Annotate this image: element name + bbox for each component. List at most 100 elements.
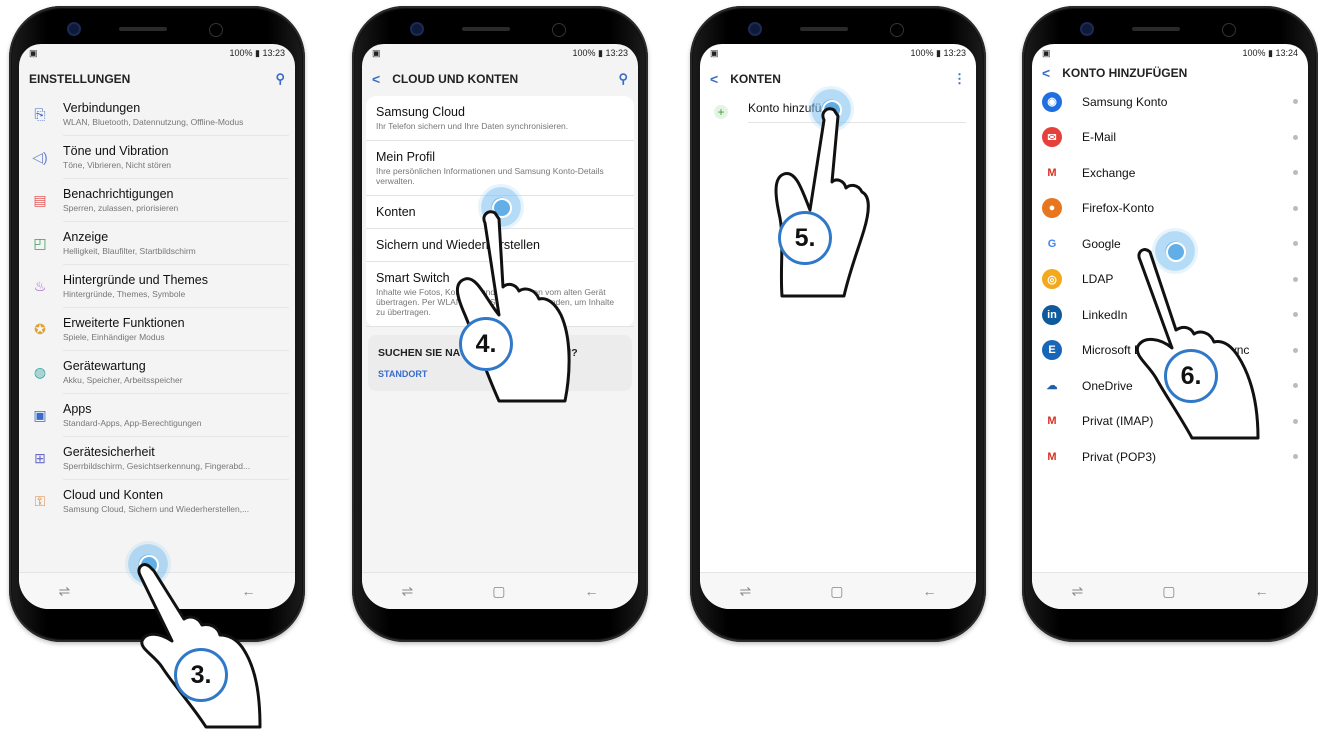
account-logo-icon: M bbox=[1042, 162, 1062, 183]
account-logo-icon: E bbox=[1042, 340, 1062, 361]
dot-icon bbox=[1293, 134, 1298, 140]
home-icon[interactable]: ▢ bbox=[830, 583, 843, 600]
pointing-hand-icon bbox=[456, 210, 571, 403]
status-text: 100% ▮ 13:24 bbox=[1242, 47, 1299, 58]
sensor-icon bbox=[890, 23, 904, 37]
settings-item-sub: Spiele, Einhändiger Modus bbox=[63, 332, 165, 342]
account-logo-icon: M bbox=[1042, 446, 1062, 467]
page-title: EINSTELLUNGEN bbox=[29, 72, 131, 86]
app-bar: < CLOUD UND KONTEN ⚲ bbox=[362, 62, 638, 96]
account-type-label: Firefox-Konto bbox=[1082, 201, 1155, 216]
search-icon[interactable]: ⚲ bbox=[618, 71, 628, 87]
recents-icon[interactable]: ⇌ bbox=[402, 583, 414, 600]
settings-item-9[interactable]: ⚿ Cloud und Konten Samsung Cloud, Sichern … bbox=[19, 483, 295, 525]
settings-item-label: Verbindungen bbox=[63, 101, 141, 115]
settings-item-label: Anzeige bbox=[63, 230, 109, 244]
key-icon: ⚿ bbox=[34, 493, 46, 509]
settings-item-0[interactable]: ⎘ Verbindungen WLAN, Bluetooth, Datennutzu… bbox=[19, 96, 295, 139]
recents-icon[interactable]: ⇌ bbox=[59, 583, 71, 600]
theme-icon: ♨ bbox=[33, 278, 47, 294]
maintenance-icon: ◍ bbox=[33, 364, 47, 380]
settings-item-4[interactable]: ♨ Hintergründe und Themes Hintergründe, Th… bbox=[19, 268, 295, 311]
settings-item-6[interactable]: ◍ Gerätewartung Akku, Speicher, Arbeitsspe… bbox=[19, 354, 295, 397]
settings-item-8[interactable]: ⊞ Gerätesicherheit Sperrbildschirm, Gesich… bbox=[19, 440, 295, 483]
cloud-item-sub: Ihr Telefon sichern und Ihre Daten synch… bbox=[376, 121, 569, 131]
step-badge: 4. bbox=[459, 317, 513, 371]
recents-icon[interactable]: ⇌ bbox=[1072, 583, 1084, 600]
account-type-1[interactable]: ✉ E-Mail bbox=[1032, 120, 1308, 156]
home-icon[interactable]: ▢ bbox=[1162, 583, 1175, 600]
apps-icon: ▣ bbox=[33, 407, 47, 423]
dot-icon bbox=[1293, 454, 1298, 460]
settings-item-sub: Sperren, zulassen, priorisieren bbox=[63, 203, 179, 213]
recents-icon[interactable]: ⇌ bbox=[740, 583, 752, 600]
settings-item-1[interactable]: ◁) Töne und Vibration Töne, Vibrieren, Nic… bbox=[19, 139, 295, 182]
cloud-item-label: Mein Profil bbox=[376, 150, 436, 164]
settings-item-5[interactable]: ✪ Erweiterte Funktionen Spiele, Einhändige… bbox=[19, 311, 295, 354]
front-camera-icon bbox=[750, 24, 760, 34]
dot-icon bbox=[1293, 99, 1298, 105]
settings-item-label: Töne und Vibration bbox=[63, 144, 169, 158]
front-camera-icon bbox=[1082, 24, 1092, 34]
page-title: CLOUD UND KONTEN bbox=[392, 72, 519, 86]
account-type-2[interactable]: M Exchange bbox=[1032, 155, 1308, 191]
settings-item-label: Hintergründe und Themes bbox=[63, 273, 208, 287]
search-icon[interactable]: ⚲ bbox=[275, 71, 285, 87]
account-type-10[interactable]: M Privat (POP3) bbox=[1032, 439, 1308, 475]
dot-icon bbox=[1293, 205, 1298, 211]
settings-item-sub: Akku, Speicher, Arbeitsspeicher bbox=[63, 375, 183, 385]
app-bar: EINSTELLUNGEN ⚲ bbox=[19, 62, 295, 96]
speaker-slot bbox=[119, 27, 167, 31]
settings-item-text: Benachrichtigungen Sperren, zulassen, pri… bbox=[63, 187, 289, 222]
nav-bar: ⇌ ▢ ← bbox=[1032, 572, 1308, 609]
front-camera-icon bbox=[412, 24, 422, 34]
status-text: 100% ▮ 13:23 bbox=[229, 47, 286, 58]
advanced-icon: ✪ bbox=[34, 321, 46, 337]
account-type-0[interactable]: ◉ Samsung Konto bbox=[1032, 84, 1308, 120]
status-text: 100% ▮ 13:23 bbox=[572, 47, 629, 58]
pointing-hand-icon bbox=[774, 107, 870, 298]
screen-settings: ▣ 100% ▮ 13:23 EINSTELLUNGEN ⚲ ⎘ Verbindun… bbox=[19, 44, 295, 609]
back-arrow-icon[interactable]: < bbox=[372, 71, 380, 87]
account-logo-icon: ◉ bbox=[1042, 91, 1062, 112]
back-arrow-icon[interactable]: < bbox=[710, 71, 718, 87]
dot-icon bbox=[1293, 170, 1298, 176]
page-title: KONTEN bbox=[730, 72, 781, 86]
account-logo-icon: ✉ bbox=[1042, 127, 1062, 148]
settings-item-text: Erweiterte Funktionen Spiele, Einhändiger… bbox=[63, 316, 289, 351]
step-badge: 5. bbox=[778, 211, 832, 265]
settings-item-sub: Samsung Cloud, Sichern und Wiederherstel… bbox=[63, 504, 250, 514]
account-type-3[interactable]: ● Firefox-Konto bbox=[1032, 191, 1308, 227]
back-icon[interactable]: ← bbox=[922, 583, 936, 599]
settings-item-text: Apps Standard-Apps, App-Berechtigungen bbox=[63, 402, 289, 437]
page-title: KONTO HINZUFÜGEN bbox=[1062, 66, 1188, 80]
settings-item-label: Gerätesicherheit bbox=[63, 445, 155, 459]
settings-item-label: Apps bbox=[63, 402, 92, 416]
account-logo-icon: ☁ bbox=[1042, 375, 1062, 396]
back-arrow-icon[interactable]: < bbox=[1042, 65, 1050, 81]
home-icon[interactable]: ▢ bbox=[492, 583, 505, 600]
back-icon[interactable]: ← bbox=[584, 583, 598, 599]
pointing-hand-icon bbox=[137, 563, 262, 729]
dot-icon bbox=[1293, 347, 1298, 353]
back-icon[interactable]: ← bbox=[1254, 583, 1268, 599]
more-options-icon[interactable]: ⋮ bbox=[953, 71, 966, 87]
step-badge: 6. bbox=[1164, 349, 1218, 403]
status-bar: ▣ 100% ▮ 13:23 bbox=[29, 47, 286, 58]
settings-item-7[interactable]: ▣ Apps Standard-Apps, App-Berechtigungen bbox=[19, 397, 295, 440]
dot-icon bbox=[1293, 276, 1298, 282]
sensor-icon bbox=[1222, 23, 1236, 37]
account-logo-icon: in bbox=[1042, 304, 1062, 325]
settings-item-sub: Hintergründe, Themes, Symbole bbox=[63, 289, 186, 299]
settings-item-sub: Töne, Vibrieren, Nicht stören bbox=[63, 160, 172, 170]
settings-item-2[interactable]: ▤ Benachrichtigungen Sperren, zulassen, pr… bbox=[19, 182, 295, 225]
lock-icon: ⊞ bbox=[34, 450, 46, 466]
settings-item-label: Benachrichtigungen bbox=[63, 187, 174, 201]
sensor-icon bbox=[552, 23, 566, 37]
cloud-item-0[interactable]: Samsung Cloud Ihr Telefon sichern und Ihr… bbox=[366, 96, 634, 141]
settings-item-3[interactable]: ◰ Anzeige Helligkeit, Blaufilter, Startbil… bbox=[19, 225, 295, 268]
dot-icon bbox=[1293, 312, 1298, 318]
status-bar: ▣ 100% ▮ 13:24 bbox=[1042, 47, 1299, 58]
account-logo-icon: ◎ bbox=[1042, 269, 1062, 290]
settings-item-text: Töne und Vibration Töne, Vibrieren, Nicht… bbox=[63, 144, 289, 179]
